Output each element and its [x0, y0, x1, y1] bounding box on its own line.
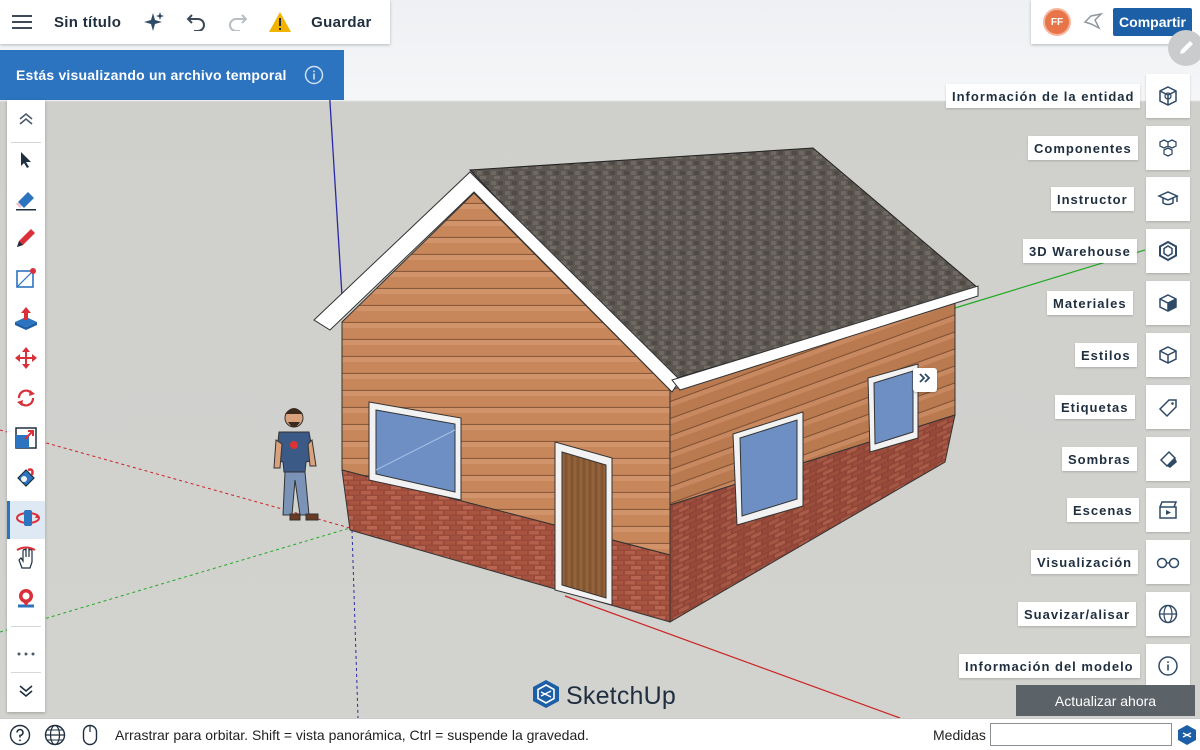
instructor-icon[interactable]: [1146, 177, 1190, 221]
panel-label-components[interactable]: Componentes: [1028, 136, 1138, 160]
expand-panels-button[interactable]: [913, 368, 937, 392]
edit-pencil-icon[interactable]: [1168, 30, 1200, 66]
sparkle-icon[interactable]: [131, 0, 175, 44]
pencil-icon: [14, 226, 38, 255]
info-icon[interactable]: [304, 65, 324, 85]
panel-label-tags[interactable]: Etiquetas: [1055, 395, 1135, 419]
panel-label-instructor[interactable]: Instructor: [1051, 187, 1134, 211]
double-chevron-right-icon: [918, 371, 932, 389]
panel-label-soften[interactable]: Suavizar/alisar: [1018, 602, 1137, 626]
redo-icon[interactable]: [217, 0, 259, 44]
warehouse-icon[interactable]: [1146, 229, 1190, 273]
measures-input[interactable]: [990, 723, 1172, 746]
styles-icon[interactable]: [1146, 333, 1190, 377]
help-icon[interactable]: [8, 723, 32, 747]
move-tool[interactable]: [7, 341, 45, 379]
display-icon[interactable]: [1146, 540, 1190, 584]
scale-figure[interactable]: [273, 408, 319, 521]
orbit-tool[interactable]: [7, 501, 45, 539]
zoom-icon: [14, 586, 38, 615]
blue-axis-negative: [351, 529, 359, 718]
banner-text: Estás visualizando un archivo temporal: [16, 67, 287, 83]
push-pull-icon: [13, 306, 39, 335]
save-button[interactable]: Guardar: [301, 0, 371, 44]
chevron-down-icon: [18, 684, 34, 703]
collapse-up-button[interactable]: [7, 102, 45, 140]
temporary-file-banner: Estás visualizando un archivo temporal: [0, 50, 344, 100]
tool-rail: [7, 100, 45, 712]
eraser-tool[interactable]: [7, 183, 45, 221]
panel-label-shadows[interactable]: Sombras: [1062, 447, 1137, 471]
shadows-icon[interactable]: [1146, 437, 1190, 481]
panel-label-materials[interactable]: Materiales: [1047, 291, 1133, 315]
arrow-cursor-icon: [19, 151, 33, 174]
avatar[interactable]: FF: [1043, 8, 1071, 36]
top-toolbar: Sin título Guardar: [0, 0, 390, 44]
paint-bucket-icon: [14, 466, 38, 495]
rectangle-tool[interactable]: [7, 261, 45, 299]
panel-label-display[interactable]: Visualización: [1031, 550, 1139, 574]
more-tools-button[interactable]: [7, 634, 45, 672]
scenes-icon[interactable]: [1146, 488, 1190, 532]
warning-icon[interactable]: [259, 0, 301, 44]
green-axis-negative: [0, 527, 351, 633]
panel-label-3d-warehouse[interactable]: 3D Warehouse: [1023, 239, 1137, 263]
model-info-icon[interactable]: [1146, 644, 1190, 688]
rotate-tool[interactable]: [7, 381, 45, 419]
tags-icon[interactable]: [1146, 385, 1190, 429]
sketchup-logo-icon: [532, 679, 560, 714]
components-icon[interactable]: [1146, 126, 1190, 170]
sketchup-logo: SketchUp: [532, 679, 676, 714]
sketchup-status-icon[interactable]: [1176, 723, 1198, 747]
pencil-tool[interactable]: [7, 221, 45, 259]
eraser-icon: [14, 188, 38, 217]
panel-label-styles[interactable]: Estilos: [1075, 343, 1137, 367]
chevron-up-icon: [18, 112, 34, 131]
entity-info-icon[interactable]: [1146, 74, 1190, 118]
trimble-connect-icon[interactable]: [1081, 10, 1105, 34]
orbit-icon: [15, 506, 41, 535]
paint-bucket-tool[interactable]: [7, 461, 45, 499]
hamburger-menu-icon[interactable]: [0, 0, 44, 44]
scale-tool[interactable]: [7, 421, 45, 459]
document-title[interactable]: Sin título: [44, 0, 131, 44]
panel-label-entity-info[interactable]: Información de la entidad: [946, 84, 1141, 108]
house-model[interactable]: [313, 147, 980, 623]
pan-tool[interactable]: [7, 541, 45, 579]
scale-icon: [14, 426, 38, 455]
soften-icon[interactable]: [1146, 592, 1190, 636]
blue-axis: [327, 69, 343, 297]
push-pull-tool[interactable]: [7, 301, 45, 339]
panel-label-model-info[interactable]: Información del modelo: [959, 654, 1140, 678]
rectangle-icon: [14, 266, 38, 295]
undo-icon[interactable]: [175, 0, 217, 44]
measures-label: Medidas: [933, 727, 986, 743]
status-message: Arrastrar para orbitar. Shift = vista pa…: [115, 727, 589, 743]
panel-label-scenes[interactable]: Escenas: [1067, 498, 1139, 522]
sketchup-logo-text: SketchUp: [566, 681, 676, 710]
rotate-icon: [14, 386, 38, 415]
mouse-icon[interactable]: [78, 723, 102, 747]
select-tool[interactable]: [7, 143, 45, 181]
globe-icon[interactable]: [43, 723, 67, 747]
materials-icon[interactable]: [1146, 281, 1190, 325]
collapse-down-button[interactable]: [7, 674, 45, 712]
more-icon: [16, 644, 36, 662]
pan-icon: [14, 546, 38, 575]
zoom-tool[interactable]: [7, 581, 45, 619]
update-now-button[interactable]: Actualizar ahora: [1016, 685, 1195, 716]
move-icon: [14, 346, 38, 375]
status-bar: Arrastrar para orbitar. Shift = vista pa…: [0, 718, 1200, 750]
